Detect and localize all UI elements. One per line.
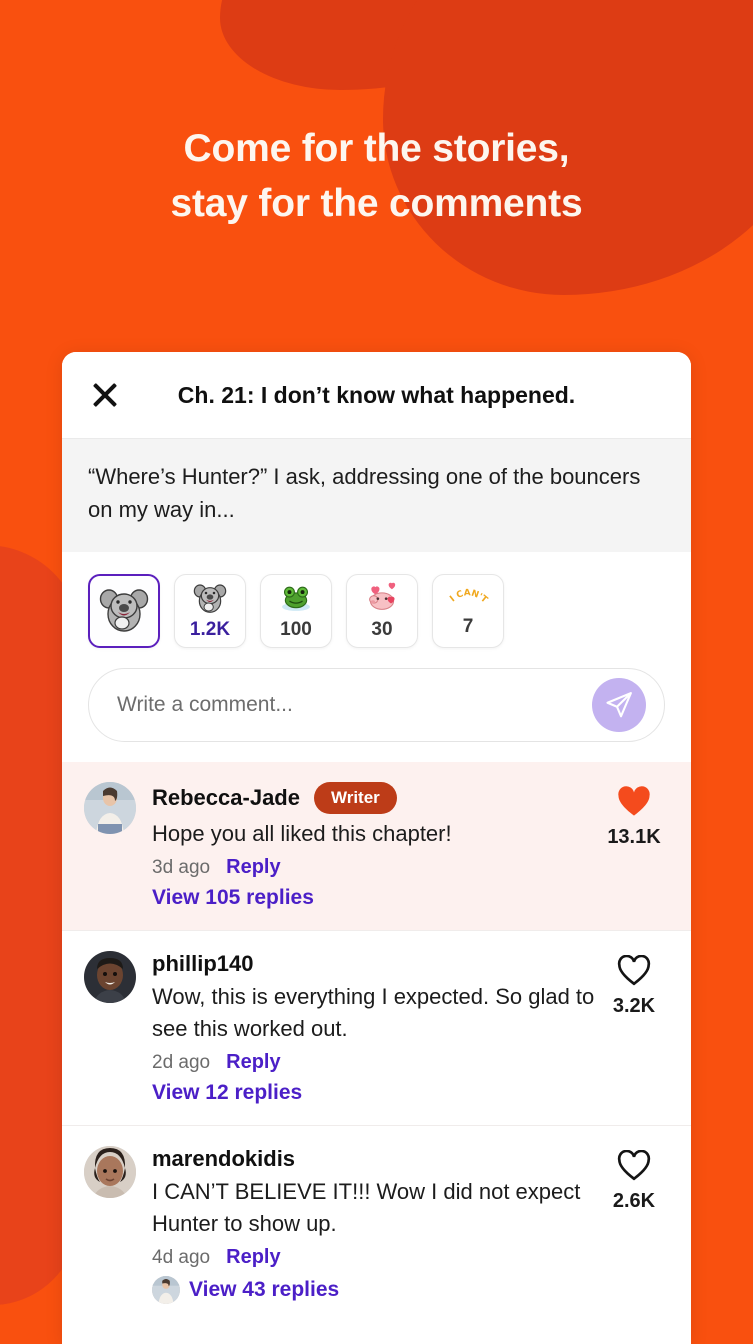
koala-sticker-icon — [98, 584, 150, 636]
avatar[interactable] — [84, 1145, 136, 1198]
reaction-sticker-row: 1.2K 100 30 I CAN'T 7 — [62, 552, 691, 665]
comment-timestamp: 2d ago — [152, 1051, 211, 1073]
like-column: 13.1K — [599, 782, 669, 910]
comment-author-row: marendokidis — [152, 1146, 599, 1172]
comment-author-row: Rebecca-Jade Writer — [152, 782, 599, 815]
close-icon[interactable] — [88, 378, 122, 412]
page-title: Ch. 21: I don’t know what happened. — [177, 381, 576, 408]
headline-line-2: stay for the comments — [170, 182, 583, 226]
reply-button[interactable]: Reply — [226, 1246, 280, 1269]
comment-meta: 4d ago Reply — [152, 1246, 599, 1269]
reaction-count: 1.2K — [189, 619, 231, 641]
app-screenshot-card: Ch. 21: I don’t know what happened. “Whe… — [62, 352, 691, 1344]
view-replies-button[interactable]: View 12 replies — [152, 1081, 599, 1105]
heart-outline-icon[interactable] — [617, 954, 651, 991]
promo-headline: Come for the stories, stay for the comme… — [0, 121, 753, 232]
chapter-excerpt: “Where’s Hunter?” I ask, addressing one … — [62, 438, 691, 553]
pig-hearts-sticker-icon — [363, 581, 401, 617]
heart-filled-icon[interactable] — [617, 786, 651, 822]
comment-username[interactable]: Rebecca-Jade — [152, 785, 300, 811]
comment-composer[interactable] — [88, 668, 665, 743]
reply-button[interactable]: Reply — [226, 856, 280, 879]
comment-item: phillip140 Wow, this is everything I exp… — [62, 929, 691, 1125]
reaction-count: 100 — [280, 619, 312, 641]
comment-timestamp: 4d ago — [152, 1246, 211, 1268]
comment-meta: 3d ago Reply — [152, 856, 599, 879]
comment-composer-section — [62, 664, 691, 763]
send-icon[interactable] — [592, 678, 646, 733]
comment-text: Wow, this is everything I expected. So g… — [152, 983, 595, 1041]
reaction-sticker-koala-selected[interactable] — [88, 574, 160, 649]
reaction-count: 30 — [371, 619, 393, 641]
status-badge: Writer — [313, 782, 397, 815]
view-replies-button[interactable]: View 105 replies — [152, 886, 599, 910]
avatar[interactable] — [84, 950, 136, 1003]
view-replies-button[interactable]: View 43 replies — [152, 1275, 599, 1304]
comment-item: marendokidis I CAN’T BELIEVE IT!!! Wow I… — [62, 1124, 691, 1324]
view-replies-label: View 12 replies — [152, 1080, 303, 1104]
reaction-sticker-i-cant[interactable]: I CAN'T 7 — [432, 574, 504, 649]
like-count: 3.2K — [612, 994, 656, 1017]
comment-meta: 2d ago Reply — [152, 1051, 599, 1074]
chapter-header: Ch. 21: I don’t know what happened. — [62, 352, 691, 438]
reaction-sticker-frog[interactable]: 100 — [260, 574, 332, 649]
like-count: 13.1K — [607, 826, 661, 849]
comment-body: marendokidis I CAN’T BELIEVE IT!!! Wow I… — [152, 1146, 599, 1304]
comment-item-writer: Rebecca-Jade Writer Hope you all liked t… — [62, 762, 691, 930]
view-replies-label: View 43 replies — [189, 1277, 340, 1301]
comment-input[interactable] — [117, 693, 592, 718]
like-column: 3.2K — [599, 951, 669, 1105]
comment-body: Rebecca-Jade Writer Hope you all liked t… — [152, 782, 599, 910]
i-cant-sticker-icon: I CAN'T — [447, 584, 489, 614]
frog-sticker-icon — [278, 581, 314, 617]
headline-line-1: Come for the stories, — [183, 127, 570, 170]
reaction-sticker-koala[interactable]: 1.2K — [174, 574, 246, 649]
reply-avatar — [152, 1275, 180, 1304]
comment-text: Hope you all liked this chapter! — [152, 821, 452, 847]
view-replies-label: View 105 replies — [152, 885, 314, 909]
like-column: 2.6K — [599, 1146, 669, 1304]
reaction-sticker-pig[interactable]: 30 — [346, 574, 418, 649]
comment-timestamp: 3d ago — [152, 856, 211, 878]
like-count: 2.6K — [612, 1189, 656, 1212]
reply-button[interactable]: Reply — [226, 1051, 280, 1074]
avatar[interactable] — [84, 782, 136, 835]
reaction-count: 7 — [462, 616, 474, 638]
koala-sticker-icon — [192, 581, 228, 617]
comment-text: I CAN’T BELIEVE IT!!! Wow I did not expe… — [152, 1178, 581, 1236]
comment-username[interactable]: phillip140 — [152, 951, 253, 977]
comment-body: phillip140 Wow, this is everything I exp… — [152, 951, 599, 1105]
comment-author-row: phillip140 — [152, 951, 599, 977]
comment-username[interactable]: marendokidis — [152, 1146, 295, 1172]
svg-text:I CAN'T: I CAN'T — [448, 588, 489, 605]
heart-outline-icon[interactable] — [617, 1149, 651, 1186]
